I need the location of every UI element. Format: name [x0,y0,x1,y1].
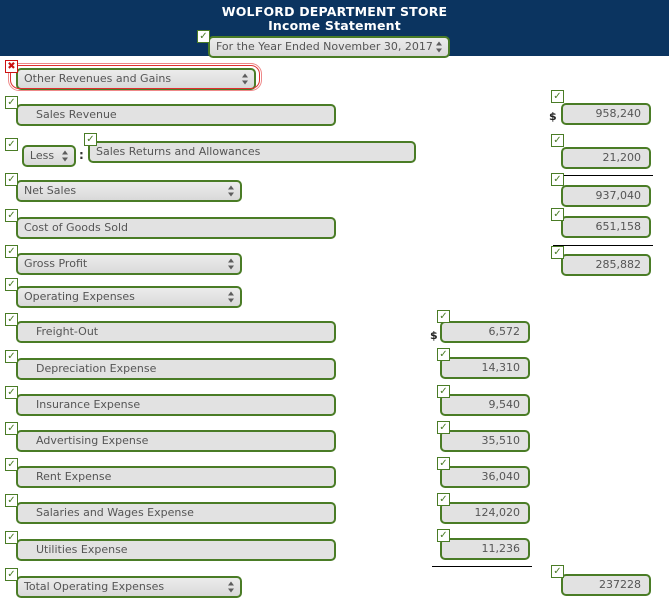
amount-input-gross-profit[interactable]: 285,882 [561,254,651,276]
amount-status-badge-rent-expense: ✓ [437,457,450,470]
row-label-cost-of-goods-sold: Cost of Goods Sold [24,221,128,234]
amount-input-insurance-expense[interactable]: 9,540 [440,394,530,416]
row-input-cost-of-goods-sold[interactable]: Cost of Goods Sold [16,217,336,239]
period-select-value: For the Year Ended November 30, 2017 [216,40,433,53]
amount-status-badge-depreciation-expense: ✓ [437,348,450,361]
row-input-advertising-expense[interactable]: Advertising Expense [16,430,336,452]
amount-input-sales-revenue[interactable]: 958,240 [561,103,651,125]
amount-input-depreciation-expense[interactable]: 14,310 [440,357,530,379]
row-input-freight-out[interactable]: Freight-Out [16,321,336,343]
colon-separator: : [79,148,84,162]
row-input-salaries-and-wages-expense[interactable]: Salaries and Wages Expense [16,502,336,524]
amount-status-badge-utilities-expense: ✓ [437,529,450,542]
row-select-operating-expenses[interactable]: Operating Expenses [16,286,242,308]
row-status-badge-gross-profit: ✓ [5,245,18,258]
row-label-insurance-expense: Insurance Expense [36,398,141,411]
amount-input-advertising-expense[interactable]: 35,510 [440,430,530,452]
subtotal-rule-net-sales [553,175,653,176]
amount-status-badge-advertising-expense: ✓ [437,421,450,434]
company-name: WOLFORD DEPARTMENT STORE [221,4,448,19]
dollar-sign-freight-out: $ [430,329,438,342]
amount-status-badge-salaries-and-wages-expense: ✓ [437,493,450,506]
subtotal-rule-total-operating-expenses [432,566,532,567]
amount-status-badge-sales-returns: ✓ [551,134,564,147]
row-status-badge-salaries-and-wages-expense: ✓ [5,494,18,507]
chevron-updown-icon [62,150,69,163]
amount-input-total-operating-expenses[interactable]: 237228 [561,574,651,596]
period-select[interactable]: For the Year Ended November 30, 2017 [208,36,450,58]
row-input-sales-revenue[interactable]: Sales Revenue [16,104,336,126]
period-status-badge: ✓ [197,30,210,43]
row-status-badge-error: ✖ [5,60,18,73]
row-select-total-operating-expenses[interactable]: Total Operating Expenses [16,576,242,598]
row-status-badge-insurance-expense: ✓ [5,386,18,399]
row-status-badge-depreciation-expense: ✓ [5,350,18,363]
chevron-updown-icon [436,41,443,54]
row-label-sales-returns-and-allowances: Sales Returns and Allowances [96,145,261,158]
row-status-badge-cost-of-goods-sold: ✓ [5,209,18,222]
amount-status-badge-freight-out: ✓ [437,310,450,323]
row-select-net-sales[interactable]: Net Sales [16,180,242,202]
row-label-net-sales: Net Sales [24,184,77,197]
chevron-updown-icon [228,185,235,198]
row-status-badge-less-prefix: ✓ [5,138,18,151]
row-status-badge-operating-expenses: ✓ [5,278,18,291]
row-status-badge-freight-out: ✓ [5,313,18,326]
row-status-badge-sales-returns: ✓ [84,133,97,146]
amount-status-badge-net-sales: ✓ [551,173,564,186]
row-label-depreciation-expense: Depreciation Expense [36,362,157,375]
row-modifier-label-less: Less [29,149,55,162]
row-modifier-select-less[interactable]: Less [22,145,76,167]
amount-input-freight-out[interactable]: 6,572 [440,321,530,343]
statement-title: Income Statement [268,18,401,33]
chevron-updown-icon [228,258,235,271]
row-status-badge-total-operating-expenses: ✓ [5,568,18,581]
row-input-sales-returns-and-allowances[interactable]: Sales Returns and Allowances [88,141,416,163]
chevron-updown-icon [228,581,235,594]
error-ring [10,65,260,89]
amount-input-cost-of-goods-sold[interactable]: 651,158 [561,216,651,238]
row-input-depreciation-expense[interactable]: Depreciation Expense [16,358,336,380]
income-statement-worksheet: WOLFORD DEPARTMENT STORE Income Statemen… [0,0,669,603]
amount-input-net-sales[interactable]: 937,040 [561,185,651,207]
amount-input-sales-returns-and-allowances[interactable]: 21,200 [561,147,651,169]
amount-input-salaries-and-wages-expense[interactable]: 124,020 [440,502,530,524]
row-label-freight-out: Freight-Out [36,325,99,338]
subtotal-rule-gross-profit [553,245,653,246]
amount-status-badge-cost-of-goods-sold: ✓ [551,208,564,221]
row-select-gross-profit[interactable]: Gross Profit [16,253,242,275]
row-status-badge-advertising-expense: ✓ [5,422,18,435]
row-label-gross-profit: Gross Profit [24,257,88,270]
row-input-utilities-expense[interactable]: Utilities Expense [16,539,336,561]
row-label-rent-expense: Rent Expense [36,470,112,483]
dollar-sign-sales-revenue: $ [549,110,557,123]
row-status-badge-net-sales: ✓ [5,173,18,186]
amount-status-badge-total-operating-expenses: ✓ [551,565,564,578]
row-input-insurance-expense[interactable]: Insurance Expense [16,394,336,416]
row-label-salaries-and-wages-expense: Salaries and Wages Expense [36,506,194,519]
row-label-utilities-expense: Utilities Expense [36,543,128,556]
chevron-updown-icon [228,291,235,304]
row-input-rent-expense[interactable]: Rent Expense [16,466,336,488]
row-label-sales-revenue: Sales Revenue [36,108,117,121]
row-status-badge-sales-revenue: ✓ [5,96,18,109]
amount-input-rent-expense[interactable]: 36,040 [440,466,530,488]
amount-input-utilities-expense[interactable]: 11,236 [440,538,530,560]
row-status-badge-utilities-expense: ✓ [5,531,18,544]
amount-status-badge-gross-profit: ✓ [551,246,564,259]
row-status-badge-rent-expense: ✓ [5,458,18,471]
amount-status-badge-sales-revenue: ✓ [551,90,564,103]
row-label-total-operating-expenses: Total Operating Expenses [24,580,165,593]
row-label-advertising-expense: Advertising Expense [36,434,149,447]
row-label-operating-expenses: Operating Expenses [24,290,135,303]
amount-status-badge-insurance-expense: ✓ [437,385,450,398]
